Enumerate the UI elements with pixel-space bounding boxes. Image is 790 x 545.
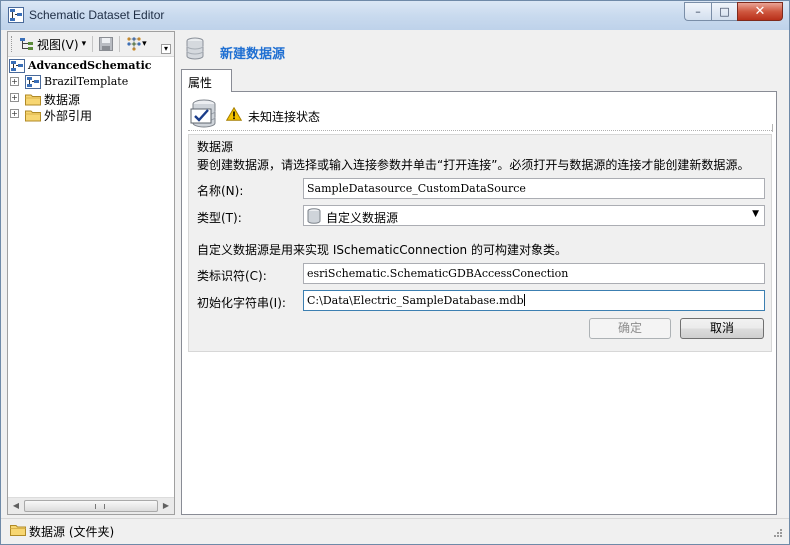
- layout-grid-icon: [127, 37, 141, 51]
- tree-item-external-references[interactable]: + 外部引用: [8, 106, 174, 123]
- type-selected-value: 自定义数据源: [326, 211, 399, 225]
- window-title: Schematic Dataset Editor: [29, 8, 165, 22]
- text-caret: [523, 294, 525, 306]
- minimize-button[interactable]: –: [684, 2, 711, 21]
- tree-pane: 视图(V) ▾ ▾ ▾ AdvancedSchematic + BrazilTe…: [7, 31, 175, 515]
- scroll-grip-icon: [95, 504, 105, 509]
- toolbar-separator: [92, 36, 94, 52]
- maximize-button[interactable]: □: [711, 2, 737, 21]
- view-menu-label: 视图(V): [37, 37, 79, 52]
- tree-expander[interactable]: +: [10, 77, 19, 86]
- type-select[interactable]: 自定义数据源 ▼: [303, 205, 765, 226]
- properties-tab-panel: 未知连接状态 数据源 要创建数据源，请选择或输入连接参数并单击“打开连接”。必须…: [181, 91, 777, 515]
- title-bar[interactable]: Schematic Dataset Editor – □ ✕: [1, 1, 789, 30]
- folder-icon: [10, 525, 26, 536]
- schematic-template-icon: [25, 75, 41, 89]
- status-text: 数据源 (文件夹): [29, 525, 115, 539]
- properties-pane: 新建数据源 属性 未知连接状态 数据源 要创建数据源，请选择或输入连接参数并单击…: [179, 31, 783, 515]
- tree-expander[interactable]: +: [10, 109, 19, 118]
- view-tree-icon: [20, 38, 33, 50]
- tree-item-label: BrazilTemplate: [44, 75, 129, 88]
- init-string-label: 初始化字符串(I):: [197, 296, 286, 310]
- section-description: 要创建数据源，请选择或输入连接参数并单击“打开连接”。必须打开与数据源的连接才能…: [197, 158, 750, 172]
- tree-item-brazil-template[interactable]: + BrazilTemplate: [8, 74, 174, 90]
- layout-dropdown-icon: ▾: [142, 39, 147, 49]
- database-icon: [307, 208, 321, 224]
- schematic-dataset-icon: [9, 59, 25, 73]
- panel-divider: [772, 124, 773, 132]
- init-string-field[interactable]: C:\Data\Electric_SampleDatabase.mdb: [303, 290, 765, 311]
- scroll-thumb[interactable]: [24, 500, 158, 512]
- maximize-icon: □: [719, 5, 730, 18]
- type-label: 类型(T):: [197, 211, 242, 225]
- folder-icon: [25, 110, 41, 122]
- tree-item-label: 外部引用: [44, 109, 93, 123]
- schematic-app-icon: [8, 7, 24, 23]
- class-id-field[interactable]: esriSchematic.SchematicGDBAccessConectio…: [303, 263, 765, 284]
- toolbar-separator: [119, 36, 121, 52]
- resize-grip-icon[interactable]: [771, 528, 783, 540]
- page-title: 新建数据源: [220, 47, 286, 62]
- connection-status-text: 未知连接状态: [248, 110, 321, 124]
- warning-icon: [226, 107, 242, 121]
- tree-item-label: AdvancedSchematic: [28, 59, 152, 72]
- save-button[interactable]: [97, 34, 115, 54]
- name-field[interactable]: SampleDatasource_CustomDataSource: [303, 178, 765, 199]
- editor-window: Schematic Dataset Editor – □ ✕ 视图(V) ▾ ▾…: [0, 0, 790, 545]
- connection-status-icon: [190, 99, 216, 128]
- init-string-value: C:\Data\Electric_SampleDatabase.mdb: [307, 294, 524, 307]
- status-bar: 数据源 (文件夹): [1, 518, 789, 544]
- scroll-left-icon[interactable]: ◀: [10, 500, 22, 512]
- status-separator: [188, 130, 772, 131]
- scroll-right-icon[interactable]: ▶: [160, 500, 172, 512]
- toolbar-overflow-chevron-icon[interactable]: ▾: [161, 44, 171, 54]
- data-source-section: 数据源 要创建数据源，请选择或输入连接参数并单击“打开连接”。必须打开与数据源的…: [188, 134, 772, 352]
- tree-item-advanced-schematic[interactable]: AdvancedSchematic: [8, 58, 174, 74]
- close-icon: ✕: [754, 4, 766, 19]
- tree-item-data-sources[interactable]: + 数据源: [8, 90, 174, 107]
- tree-horizontal-scrollbar[interactable]: ◀ ▶: [8, 497, 174, 514]
- close-button[interactable]: ✕: [737, 2, 783, 21]
- save-disk-icon: [99, 37, 114, 51]
- window-controls: – □ ✕: [684, 2, 783, 21]
- cancel-button[interactable]: 取消: [680, 318, 764, 339]
- tree-toolbar: 视图(V) ▾ ▾ ▾: [8, 32, 174, 57]
- tree-expander[interactable]: +: [10, 93, 19, 102]
- ok-button[interactable]: 确定: [589, 318, 671, 339]
- name-label: 名称(N):: [197, 184, 244, 198]
- tab-properties[interactable]: 属性: [181, 69, 232, 92]
- layout-menu-button[interactable]: ▾: [124, 34, 149, 54]
- minimize-icon: –: [695, 5, 701, 18]
- folder-icon: [25, 94, 41, 106]
- custom-source-description: 自定义数据源是用来实现 ISchematicConnection 的可构建对象类…: [197, 243, 567, 257]
- class-id-label: 类标识符(C):: [197, 269, 267, 283]
- view-dropdown-icon: ▾: [81, 39, 87, 49]
- view-menu-button[interactable]: 视图(V) ▾: [17, 34, 88, 54]
- toolbar-grip[interactable]: [11, 36, 14, 52]
- chevron-down-icon[interactable]: ▼: [752, 209, 759, 219]
- database-icon: [186, 37, 204, 60]
- section-title: 数据源: [197, 140, 234, 154]
